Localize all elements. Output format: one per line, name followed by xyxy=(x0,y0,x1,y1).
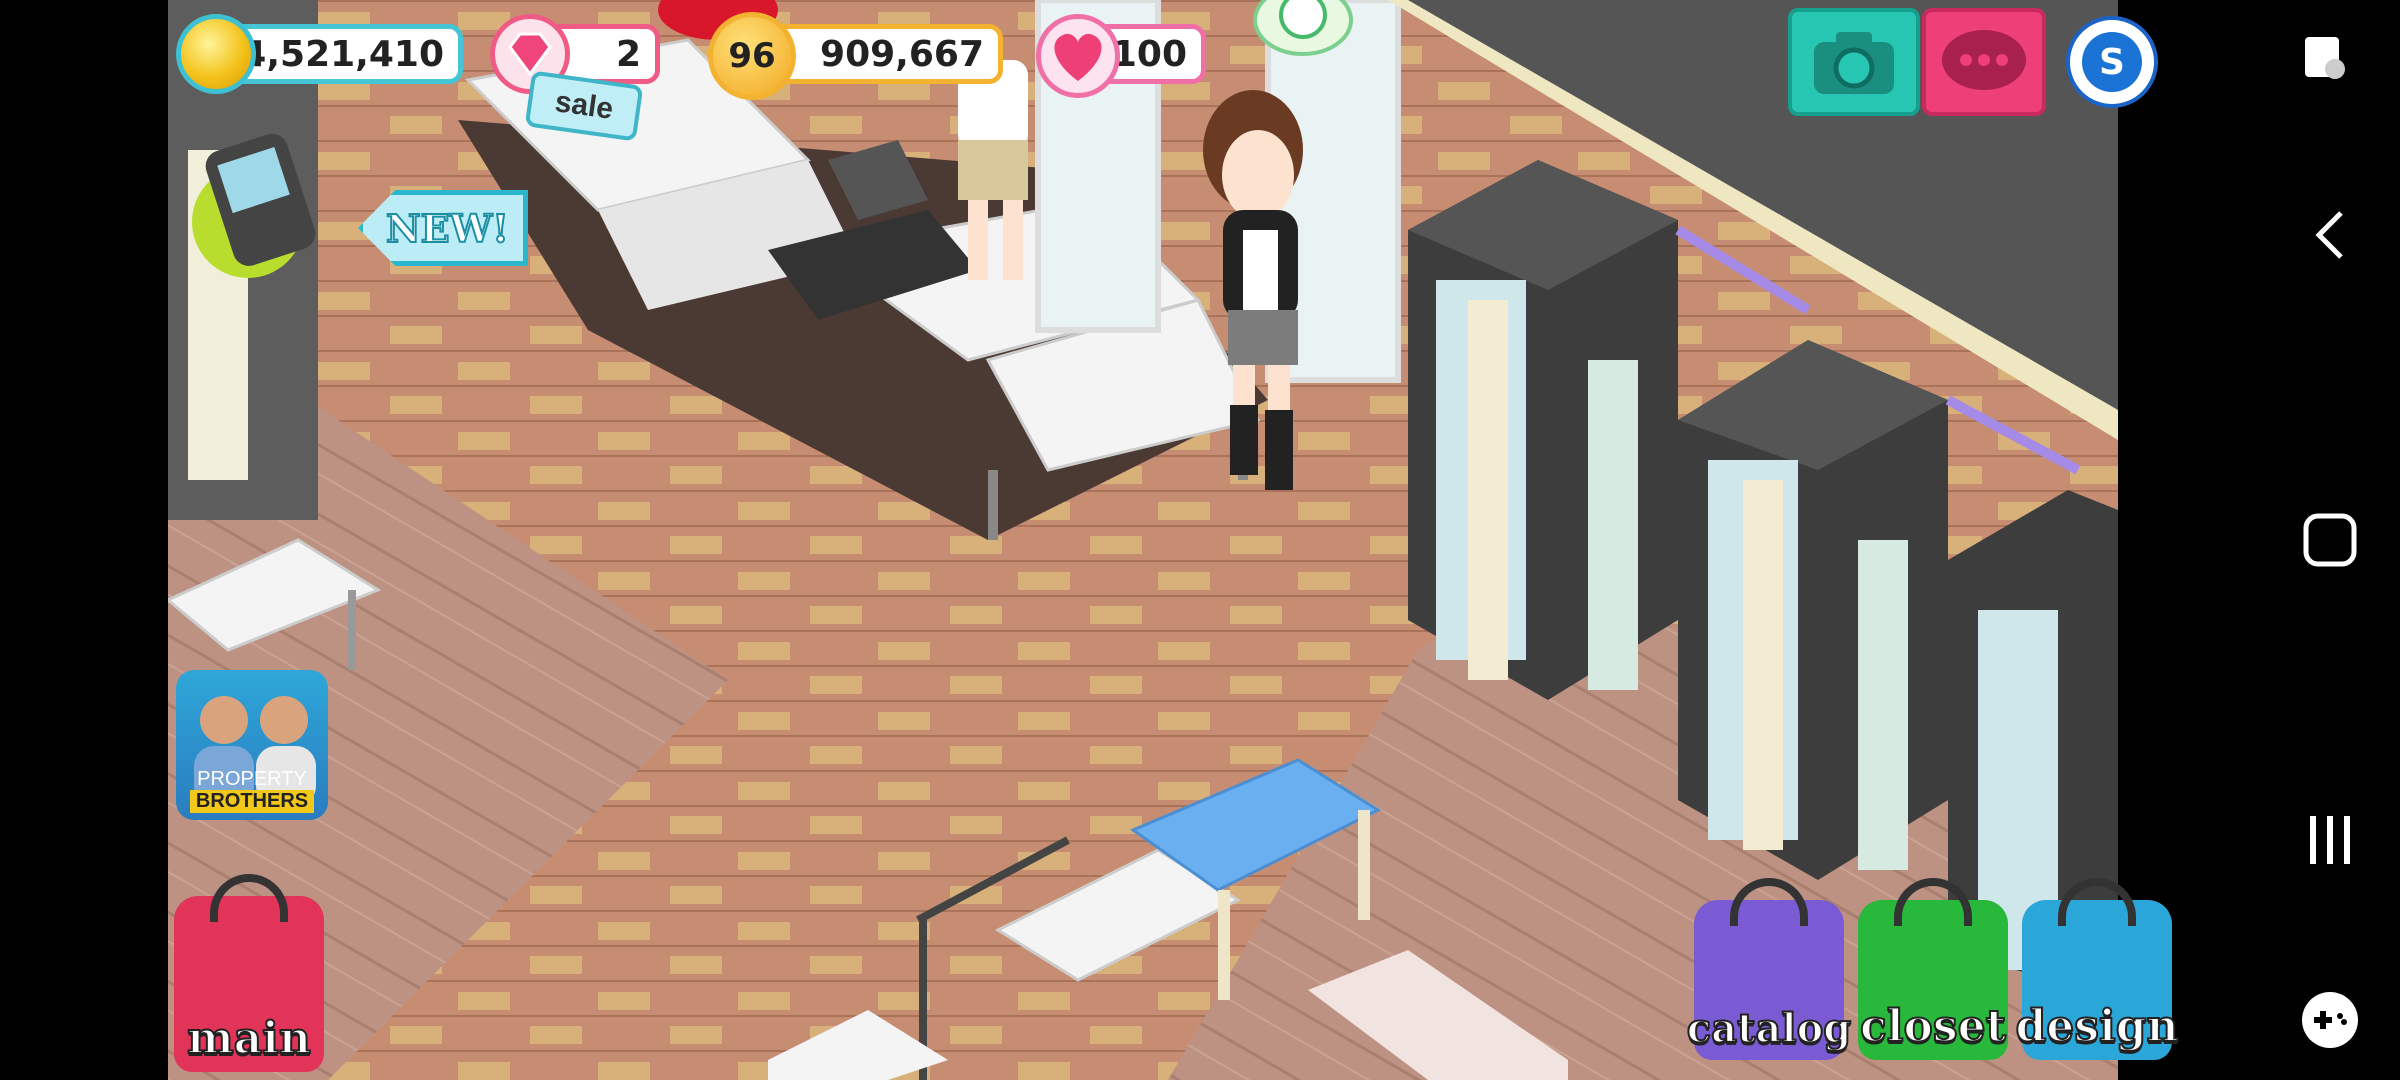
svg-text:S: S xyxy=(2099,42,2125,83)
phone-icon xyxy=(192,133,316,278)
game-tools-icon[interactable] xyxy=(2295,985,2365,1055)
xp-count: 909,667 xyxy=(820,33,984,75)
sale-label: sale xyxy=(552,85,616,126)
design-label: design xyxy=(2014,1000,2179,1053)
ad-title-line1: PROPERTY xyxy=(197,768,307,790)
star-icon: 96 xyxy=(708,12,796,100)
catalog-button[interactable]: catalog xyxy=(1686,878,1852,1060)
ad-title-line2: BROTHERS xyxy=(190,790,314,813)
coin-icon xyxy=(176,14,256,94)
level-number: 96 xyxy=(728,36,776,76)
screen-pin-icon[interactable] xyxy=(2290,24,2360,94)
closet-button[interactable]: closet xyxy=(1858,878,2008,1060)
main-label: main xyxy=(186,1012,312,1065)
design-button[interactable]: design xyxy=(2014,878,2180,1060)
phone-button[interactable] xyxy=(178,130,330,280)
chat-button[interactable] xyxy=(1922,8,2046,116)
closet-label: closet xyxy=(1859,1000,2007,1053)
main-button[interactable]: main xyxy=(174,874,324,1072)
heart-icon xyxy=(1036,14,1120,98)
new-label: NEW! xyxy=(385,205,510,252)
camera-button[interactable] xyxy=(1788,8,1920,116)
catalog-label: catalog xyxy=(1686,1004,1853,1053)
heart-count: 100 xyxy=(1111,33,1187,75)
camera-icon xyxy=(1814,32,1894,94)
gem-count: 2 xyxy=(615,33,641,75)
back-icon[interactable] xyxy=(2295,200,2365,270)
currency-s-icon[interactable]: S xyxy=(2066,16,2158,108)
property-brothers-ad[interactable]: PROPERTY BROTHERS xyxy=(176,670,328,820)
home-icon[interactable] xyxy=(2295,505,2365,575)
chat-icon xyxy=(1942,30,2026,90)
recents-icon[interactable] xyxy=(2295,805,2365,875)
